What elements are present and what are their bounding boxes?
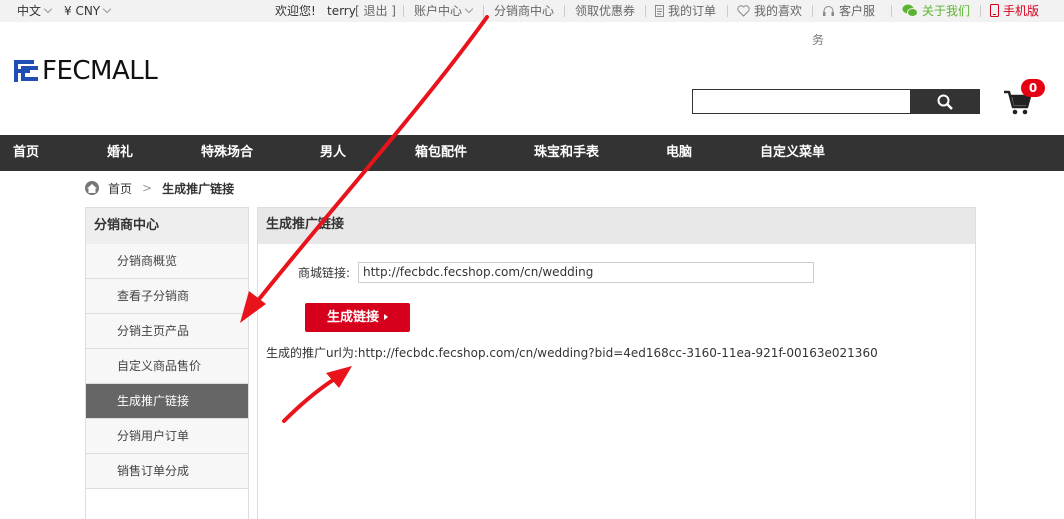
divider xyxy=(645,5,646,17)
my-favorites-link[interactable]: 我的喜欢 xyxy=(737,3,802,19)
sidebar-item-overview[interactable]: 分销商概览 xyxy=(86,244,248,279)
breadcrumb-home[interactable]: 首页 xyxy=(108,180,132,197)
nav-item-wedding[interactable]: 婚礼 xyxy=(107,135,133,171)
welcome-text: 欢迎您! xyxy=(275,4,316,18)
divider xyxy=(812,5,813,17)
account-center-menu[interactable]: 账户中心 xyxy=(414,3,474,19)
sidebar-item-sub-distributors[interactable]: 查看子分销商 xyxy=(86,279,248,314)
sidebar-item-user-orders[interactable]: 分销用户订单 xyxy=(86,419,248,454)
sidebar-item-generate-link[interactable]: 生成推广链接 xyxy=(86,384,248,419)
mall-link-label: 商城链接: xyxy=(298,266,351,280)
currency-selector[interactable]: ¥ CNY xyxy=(64,3,112,19)
nav-item-jewelry[interactable]: 珠宝和手表 xyxy=(534,135,599,171)
generate-link-button[interactable]: 生成链接 xyxy=(305,303,410,332)
mobile-phone-icon xyxy=(990,4,999,17)
chevron-down-icon xyxy=(43,4,53,14)
coupons-link[interactable]: 领取优惠券 xyxy=(575,3,635,19)
generated-url-text: 生成的推广url为:http://fecbdc.fecshop.com/cn/w… xyxy=(266,344,878,361)
my-orders-link[interactable]: 我的订单 xyxy=(655,3,716,19)
arrow-right-icon xyxy=(384,314,388,320)
divider xyxy=(980,5,981,17)
sidebar-item-custom-price[interactable]: 自定义商品售价 xyxy=(86,349,248,384)
divider xyxy=(564,5,565,17)
nav-item-special-occasion[interactable]: 特殊场合 xyxy=(201,135,253,171)
generated-url-value: http://fecbdc.fecshop.com/cn/wedding?bid… xyxy=(357,346,878,360)
mall-link-input[interactable]: http://fecbdc.fecshop.com/cn/wedding xyxy=(358,262,814,283)
heart-icon xyxy=(737,5,750,17)
logo[interactable]: FECMALL xyxy=(12,56,158,86)
main-nav: 首页 婚礼 特殊场合 男人 箱包配件 珠宝和手表 电脑 自定义菜单 xyxy=(0,135,1064,171)
sidebar-item-order-commission[interactable]: 销售订单分成 xyxy=(86,454,248,489)
main-panel: 生成推广链接 xyxy=(257,207,976,519)
logout-link[interactable]: [ 退出 ] xyxy=(355,3,396,19)
username-link[interactable]: terry xyxy=(327,3,356,19)
breadcrumb: 首页 > 生成推广链接 xyxy=(85,180,234,196)
nav-item-computer[interactable]: 电脑 xyxy=(666,135,692,171)
order-doc-icon xyxy=(655,5,664,17)
home-icon[interactable] xyxy=(85,181,99,195)
search-button[interactable] xyxy=(910,89,980,114)
customer-service-wrap-text: 务 xyxy=(812,33,825,47)
sidebar: 分销商中心 分销商概览 查看子分销商 分销主页产品 自定义商品售价 生成推广链接… xyxy=(85,207,249,519)
headset-icon xyxy=(823,6,834,16)
about-us-link[interactable]: 关于我们 xyxy=(902,3,970,19)
breadcrumb-separator: > xyxy=(142,181,153,195)
cart-count-badge: 0 xyxy=(1021,79,1045,97)
logo-text: FECMALL xyxy=(42,56,158,86)
distributor-center-link[interactable]: 分销商中心 xyxy=(494,3,554,19)
sidebar-title: 分销商中心 xyxy=(86,208,248,244)
search-bar xyxy=(692,89,980,114)
divider xyxy=(727,5,728,17)
chevron-down-icon xyxy=(102,4,112,14)
generated-url-label: 生成的推广url为: xyxy=(266,346,358,360)
breadcrumb-current: 生成推广链接 xyxy=(162,181,235,196)
chevron-down-icon xyxy=(464,4,474,14)
mobile-link[interactable]: 手机版 xyxy=(990,3,1039,19)
nav-item-bags[interactable]: 箱包配件 xyxy=(415,135,467,171)
wechat-icon xyxy=(902,4,918,17)
customer-service-link[interactable]: 客户服 xyxy=(822,3,875,19)
divider xyxy=(403,5,404,17)
fecmall-logo-icon xyxy=(14,60,38,82)
search-input[interactable] xyxy=(692,89,910,114)
sidebar-item-homepage-products[interactable]: 分销主页产品 xyxy=(86,314,248,349)
nav-item-men[interactable]: 男人 xyxy=(320,135,346,171)
nav-item-custom-menu[interactable]: 自定义菜单 xyxy=(760,135,825,171)
top-bar: 中文 ¥ CNY 欢迎您! terry [ 退出 ] 账户中心 分销商中心 领取… xyxy=(0,0,1064,22)
language-selector[interactable]: 中文 xyxy=(17,3,53,19)
panel-title: 生成推广链接 xyxy=(258,208,975,244)
divider xyxy=(483,5,484,17)
nav-item-home[interactable]: 首页 xyxy=(13,135,39,171)
search-icon xyxy=(937,94,953,110)
divider xyxy=(891,5,892,17)
